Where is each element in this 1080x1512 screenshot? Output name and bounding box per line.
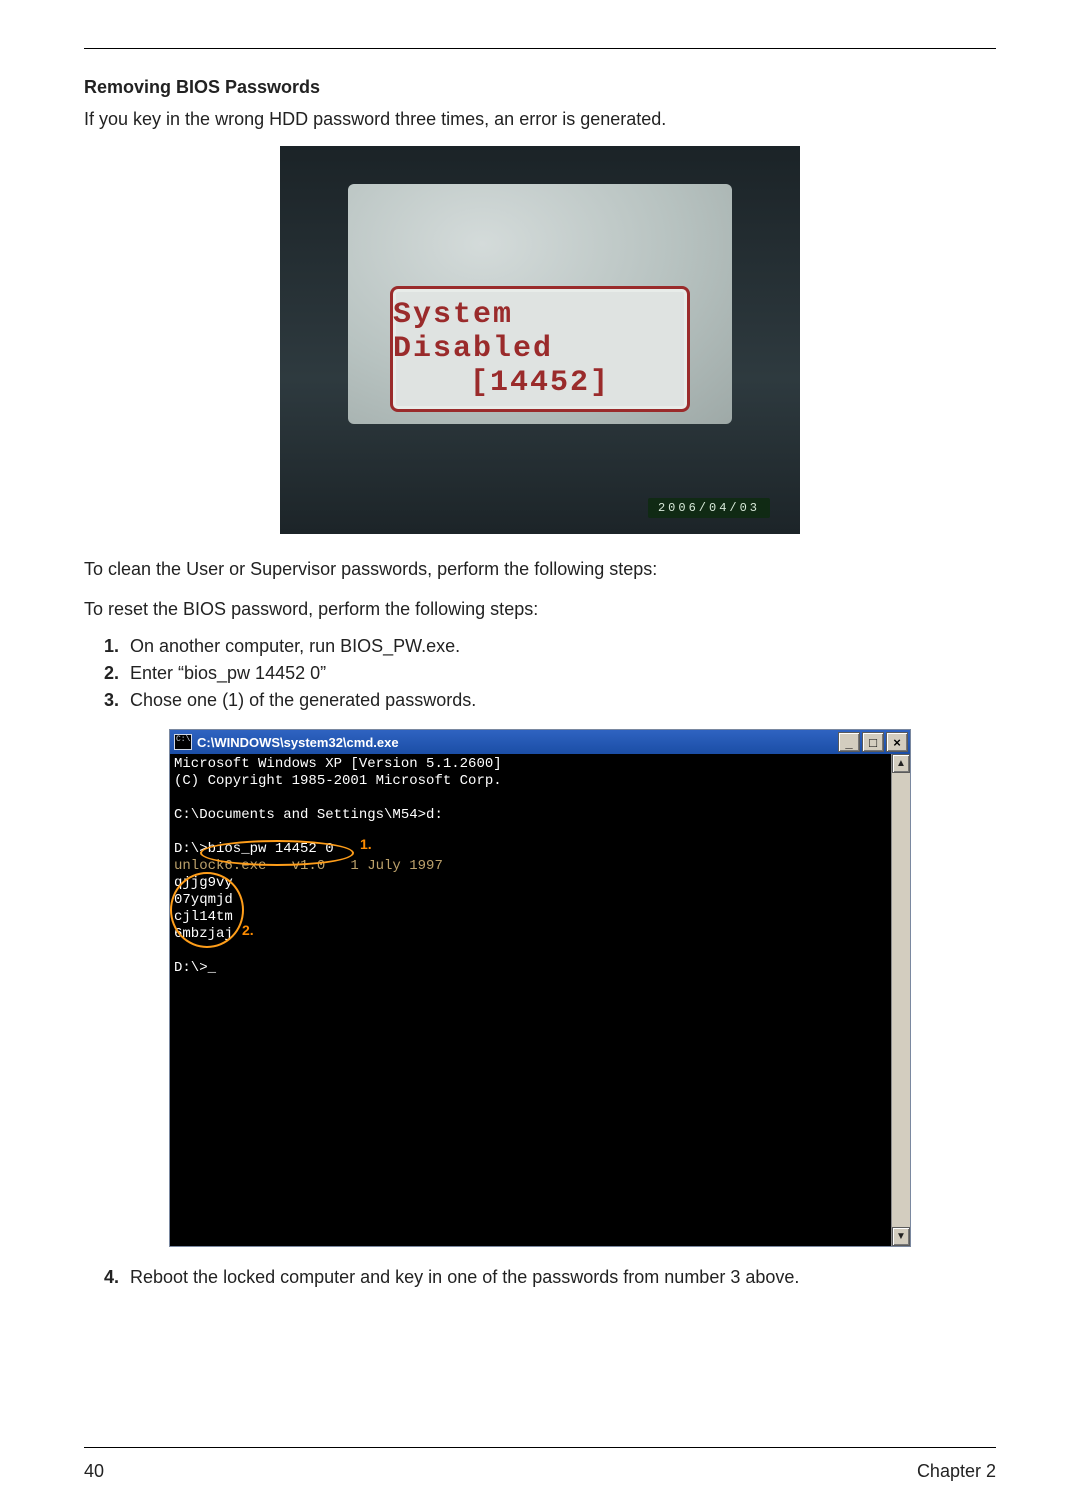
cmd-icon: [174, 734, 192, 750]
cmd-title-text: C:\WINDOWS\system32\cmd.exe: [197, 735, 836, 750]
intro-paragraph: If you key in the wrong HDD password thr…: [84, 106, 996, 132]
steps-list-a: On another computer, run BIOS_PW.exe. En…: [84, 636, 996, 711]
figure-cmd-window: C:\WINDOWS\system32\cmd.exe _ □ × Micros…: [169, 729, 911, 1247]
page-footer: 40 Chapter 2: [84, 1461, 996, 1482]
photo-datestamp: 2006/04/03: [648, 498, 770, 518]
callout-label-1: 1.: [360, 836, 372, 853]
step-2: Enter “bios_pw 14452 0”: [124, 663, 996, 684]
bottom-rule: [84, 1447, 996, 1448]
scroll-up-button[interactable]: ▲: [892, 754, 910, 773]
cmd-line: D:\>_: [174, 960, 216, 976]
step-3: Chose one (1) of the generated passwords…: [124, 690, 996, 711]
minimize-button[interactable]: _: [838, 732, 860, 752]
callout-label-2: 2.: [242, 922, 254, 939]
system-disabled-dialog: System Disabled [14452]: [390, 286, 690, 412]
paragraph-clean: To clean the User or Supervisor password…: [84, 556, 996, 582]
chapter-label: Chapter 2: [917, 1461, 996, 1482]
step-1: On another computer, run BIOS_PW.exe.: [124, 636, 996, 657]
cmd-line: (C) Copyright 1985-2001 Microsoft Corp.: [174, 773, 502, 789]
page-number: 40: [84, 1461, 104, 1482]
document-page: Removing BIOS Passwords If you key in th…: [0, 0, 1080, 1512]
scroll-down-button[interactable]: ▼: [892, 1227, 910, 1246]
scroll-track[interactable]: [892, 773, 910, 1227]
callout-ellipse-2: [170, 872, 244, 948]
cmd-body: Microsoft Windows XP [Version 5.1.2600] …: [170, 754, 910, 1246]
figure-system-disabled: System Disabled [14452] 2006/04/03: [280, 146, 800, 534]
dialog-line2: [14452]: [470, 366, 610, 400]
steps-list-b: Reboot the locked computer and key in on…: [84, 1267, 996, 1288]
cmd-line: C:\Documents and Settings\M54>d:: [174, 807, 443, 823]
dialog-line1: System Disabled: [393, 298, 687, 366]
maximize-button[interactable]: □: [862, 732, 884, 752]
cmd-text-area: Microsoft Windows XP [Version 5.1.2600] …: [170, 754, 891, 1246]
paragraph-reset: To reset the BIOS password, perform the …: [84, 596, 996, 622]
top-rule: [84, 48, 996, 49]
cmd-titlebar: C:\WINDOWS\system32\cmd.exe _ □ ×: [170, 730, 910, 754]
close-button[interactable]: ×: [886, 732, 908, 752]
step-4: Reboot the locked computer and key in on…: [124, 1267, 996, 1288]
cmd-scrollbar[interactable]: ▲ ▼: [891, 754, 910, 1246]
cmd-line: Microsoft Windows XP [Version 5.1.2600]: [174, 756, 502, 772]
section-heading: Removing BIOS Passwords: [84, 77, 996, 98]
